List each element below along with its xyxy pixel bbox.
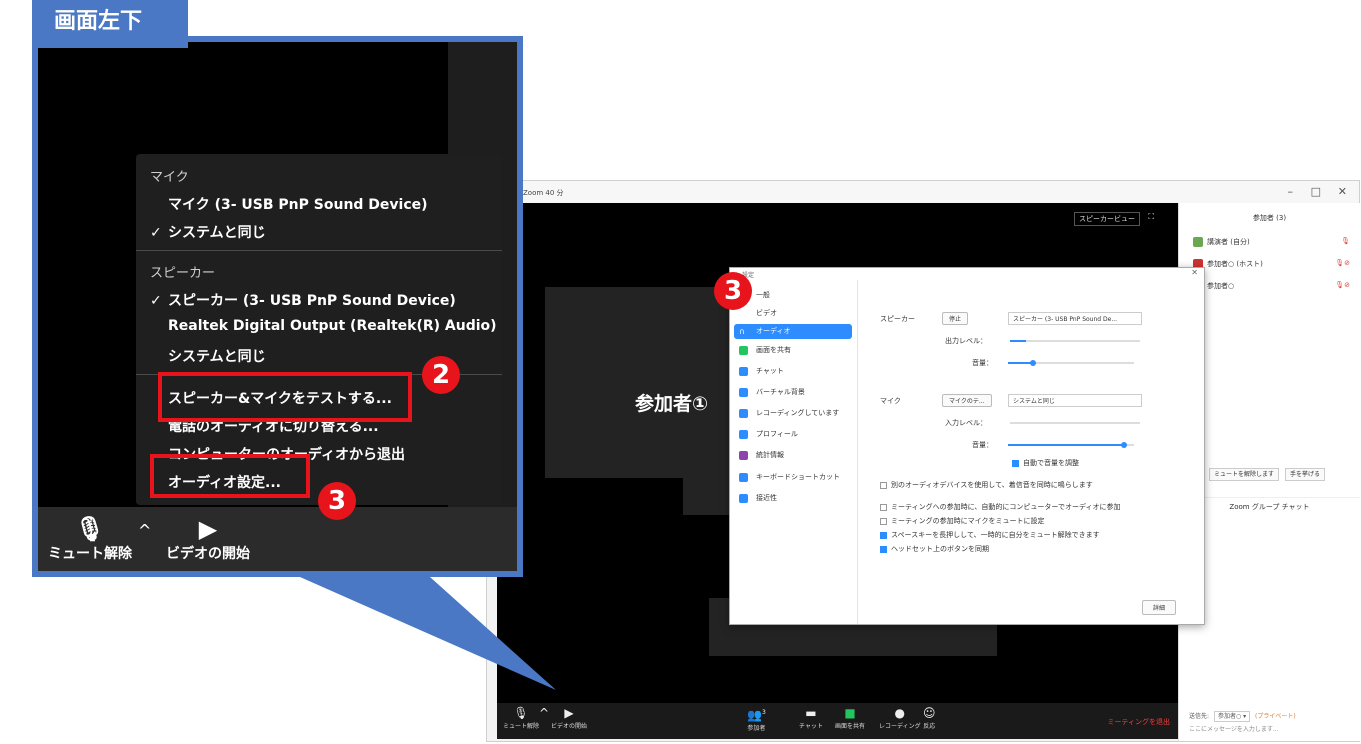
speaker-realtek-option[interactable]: Realtek Digital Output (Realtek(R) Audio… [150,318,497,334]
check-icon: ✓ [150,293,162,309]
speaker-section-header: スピーカー [150,266,216,281]
unmute-label: ミュート解除 [48,546,132,562]
mic-device-option[interactable]: マイク (3- USB PnP Sound Device) [150,194,428,214]
audio-menu: マイク マイク (3- USB PnP Sound Device) ✓ システムと… [136,154,502,505]
step-badge-2: 2 [422,356,460,394]
mic-section-header: マイク [150,170,189,185]
mic-same-label: システムと同じ [168,225,266,241]
video-off-icon: ▶ [198,515,218,543]
start-video-button[interactable]: ▶ ビデオの開始 [166,515,250,563]
divider [136,250,502,251]
step-badge-3: 3 [318,482,356,520]
speaker-device-option[interactable]: ✓ スピーカー (3- USB PnP Sound Device) [150,290,456,310]
unmute-button[interactable]: 🎙 ミュート解除 [48,515,132,563]
callout-toolbar: 🎙 ミュート解除 ^ ▶ ビデオの開始 [38,507,517,571]
callout-label: 画面左下 [32,0,188,48]
muted-mic-icon: 🎙 [74,515,106,543]
check-icon: ✓ [150,225,162,241]
mic-same-as-system-option[interactable]: ✓ システムと同じ [150,222,266,242]
mic-device-label: マイク (3- USB PnP Sound Device) [168,197,428,213]
speaker-same-label: システムと同じ [168,349,266,365]
tutorial-image: Zoom 40 分 – □ ✕ スピーカービュー ⛶ 参加者① 🎙 ミュート解除… [0,0,1361,744]
speaker-same-as-system-option[interactable]: システムと同じ [150,346,266,366]
callout-label-bar [188,36,523,42]
start-video-label: ビデオの開始 [166,546,250,562]
highlight-audio-settings [150,454,310,498]
zoomed-callout: マイク マイク (3- USB PnP Sound Device) ✓ システムと… [32,36,523,577]
speaker-device-label: スピーカー (3- USB PnP Sound Device) [168,293,456,309]
highlight-test-speaker-mic [158,372,412,422]
speaker-realtek-label: Realtek Digital Output (Realtek(R) Audio… [168,318,497,334]
audio-options-caret[interactable]: ^ [138,521,151,540]
